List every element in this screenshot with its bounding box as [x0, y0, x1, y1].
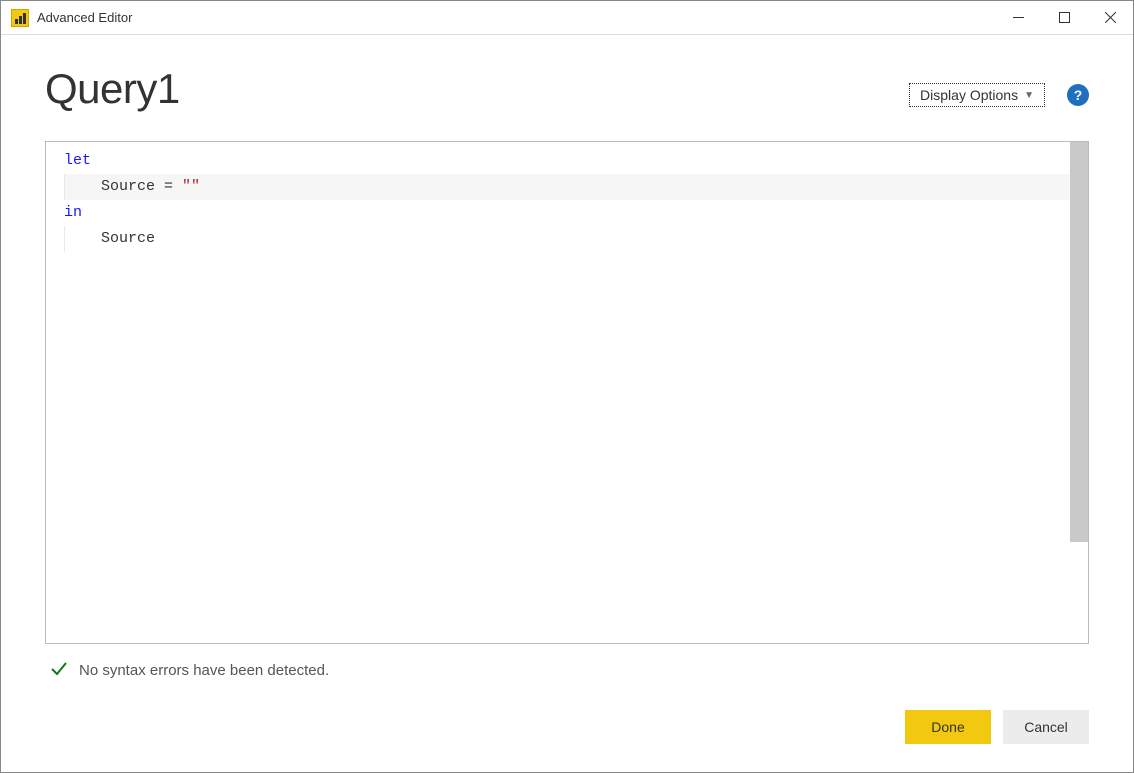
minimize-button[interactable] [995, 1, 1041, 34]
status-message: No syntax errors have been detected. [79, 662, 329, 679]
app-icon [11, 9, 29, 27]
status-row: No syntax errors have been detected. [45, 644, 1089, 682]
chevron-down-icon: ▼ [1024, 90, 1034, 101]
vertical-scrollbar[interactable] [1070, 142, 1088, 542]
check-icon [49, 658, 69, 682]
code-text: Source = [65, 178, 182, 195]
button-row: Done Cancel [45, 710, 1089, 744]
query-title: Query1 [45, 65, 180, 113]
display-options-label: Display Options [920, 87, 1018, 103]
header-right: Display Options ▼ ? [909, 83, 1089, 113]
cancel-button[interactable]: Cancel [1003, 710, 1089, 744]
code-editor[interactable]: let Source = "" in Source [46, 142, 1088, 643]
display-options-dropdown[interactable]: Display Options ▼ [909, 83, 1045, 107]
done-button[interactable]: Done [905, 710, 991, 744]
code-keyword: in [64, 204, 82, 221]
code-string: "" [182, 178, 200, 195]
content-area: Query1 Display Options ▼ ? let Source = … [1, 35, 1133, 772]
code-text: Source [65, 230, 155, 247]
window-title: Advanced Editor [37, 10, 995, 25]
code-keyword: let [64, 152, 91, 169]
close-button[interactable] [1087, 1, 1133, 34]
maximize-button[interactable] [1041, 1, 1087, 34]
help-icon[interactable]: ? [1067, 84, 1089, 106]
editor-frame: let Source = "" in Source [45, 141, 1089, 644]
titlebar: Advanced Editor [1, 1, 1133, 35]
header-row: Query1 Display Options ▼ ? [45, 65, 1089, 113]
window-controls [995, 1, 1133, 34]
